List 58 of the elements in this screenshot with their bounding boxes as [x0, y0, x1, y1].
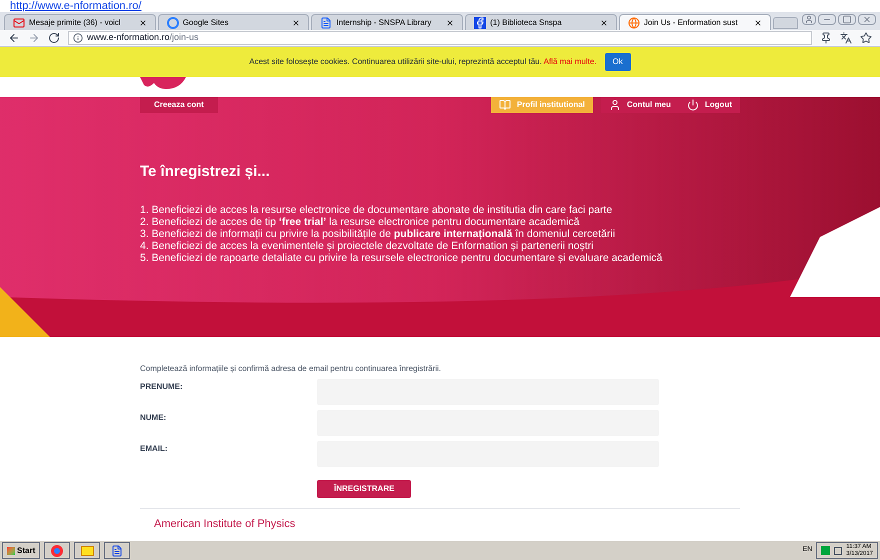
tab-title: Google Sites: [182, 16, 230, 28]
tab-title: Join Us - Enformation sust: [644, 16, 739, 28]
translate-icon[interactable]: [840, 32, 852, 44]
url-host: www.e-nformation.ro: [87, 32, 170, 42]
cookie-notice: Acest site folosește cookies. Continuarea utilizării site-ului, reprezintă acceptul tău. Află mai multe.: [249, 56, 597, 68]
user-icon: [608, 99, 621, 111]
pin-icon[interactable]: [820, 32, 832, 44]
mail-icon: [13, 16, 25, 28]
nav-button[interactable]: Logout: [678, 97, 740, 113]
close-icon[interactable]: [446, 18, 454, 26]
benefit-item: 2. Beneficiezi de acces de tip ‘free trial’ la resurse electronice pentru documentare academică: [140, 216, 581, 228]
browser-tab[interactable]: Google Sites: [158, 14, 310, 30]
page-link[interactable]: http://www.e-nformation.ro/: [10, 1, 142, 12]
hero-title: Te înregistrezi și...: [140, 162, 271, 182]
benefit-item: 3. Beneficiezi de informații cu privire la posibilitățile de publicare internațională în domeniul cercetării: [140, 228, 616, 240]
benefit-item: 1. Beneficiezi de acces la resurse electronice de documentare abonate de institutia din care faci parte: [140, 204, 614, 216]
close-icon[interactable]: [292, 18, 300, 26]
url-path: /join-us: [170, 32, 199, 42]
field-label: NUME:: [140, 412, 168, 424]
power-icon: [686, 99, 699, 111]
document-icon: [111, 544, 124, 556]
browser-tab[interactable]: Mesaje primite (36) - voicl: [4, 14, 156, 30]
reload-icon[interactable]: [48, 32, 60, 44]
learn-more-link[interactable]: Află mai multe.: [544, 57, 597, 66]
section-heading[interactable]: American Institute of Physics: [154, 518, 296, 530]
browser-tab[interactable]: (1) Biblioteca Snspa: [465, 14, 617, 30]
page-icon: [320, 16, 332, 28]
forward-icon[interactable]: [28, 32, 40, 44]
browser-tab[interactable]: Internship - SNSPA Library: [311, 14, 464, 30]
register-button[interactable]: ÎNREGISTRARE: [317, 480, 412, 498]
book-icon: [498, 99, 511, 111]
nav-button[interactable]: Contul meu: [600, 97, 679, 113]
benefit-item: 4. Beneficiezi de acces la evenimentele și proiectele dezvoltate de Enformation și partenerii noștri: [140, 240, 594, 252]
close-icon[interactable]: [754, 18, 762, 26]
browser-tab[interactable]: Join Us - Enformation sust: [618, 14, 771, 30]
maximize-icon[interactable]: [838, 14, 856, 25]
ok-button[interactable]: Ok: [604, 53, 631, 71]
tab-title: Mesaje primite (36) - voicl: [29, 16, 122, 28]
taskbar-button[interactable]: [44, 542, 70, 559]
close-icon[interactable]: [138, 18, 147, 26]
bookmark-star-icon[interactable]: [860, 32, 872, 44]
tab-title: Internship - SNSPA Library: [336, 16, 432, 28]
create-account-button[interactable]: Creeaza cont: [140, 97, 218, 113]
profile-icon[interactable]: [802, 14, 816, 25]
taskbar-button[interactable]: [74, 542, 100, 559]
taskbar-button[interactable]: [104, 542, 130, 559]
benefit-item: 5. Beneficiezi de rapoarte detaliate cu privire la resursele electronice pentru documentare și evaluare academică: [140, 252, 664, 264]
close-icon[interactable]: [600, 18, 608, 26]
info-icon: [73, 33, 83, 43]
field-label: EMAIL:: [140, 443, 169, 455]
form-instructions: Completează informațiile și confirmă adresa de email pentru continuarea înregistrării.: [140, 363, 442, 375]
start-button[interactable]: Start: [2, 542, 40, 559]
back-icon[interactable]: [8, 32, 20, 44]
tab-title: (1) Biblioteca Snspa: [490, 16, 563, 28]
address-field[interactable]: www.e-nformation.ro/join-us: [68, 31, 812, 45]
minimize-icon[interactable]: [818, 14, 836, 25]
folder-icon: [80, 546, 94, 556]
field-label: PRENUME:: [140, 381, 184, 393]
